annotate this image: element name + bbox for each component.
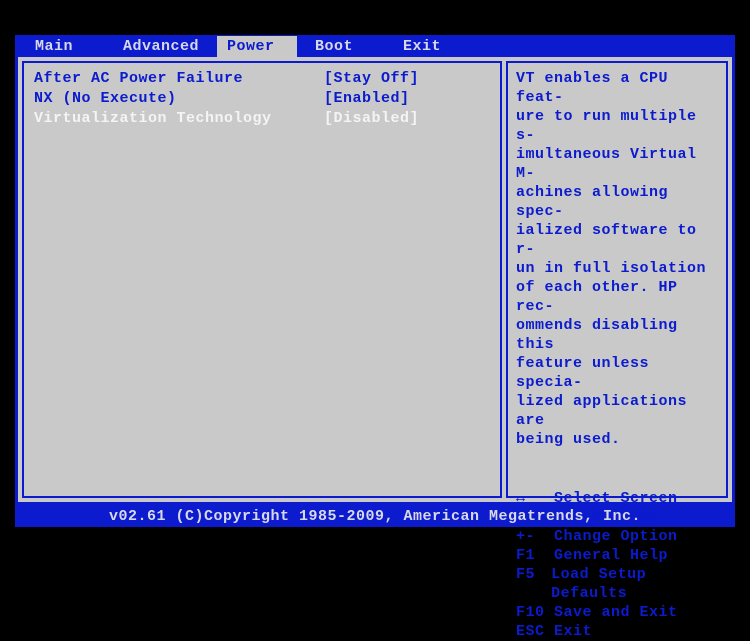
key-hint: ESCExit [516, 622, 718, 641]
setting-row[interactable]: After AC Power Failure [Stay Off] [34, 69, 490, 89]
tab-exit[interactable]: Exit [393, 36, 473, 57]
help-line: lized applications are [516, 392, 718, 430]
key-key: F1 [516, 546, 554, 565]
help-line: being used. [516, 430, 718, 449]
help-line: ommends disabling this [516, 316, 718, 354]
setting-row[interactable]: NX (No Execute) [Enabled] [34, 89, 490, 109]
setting-value[interactable]: [Disabled] [324, 109, 419, 129]
key-hint: +-Change Option [516, 527, 718, 546]
help-line: ure to run multiple s- [516, 107, 718, 145]
menubar: Main Advanced Power Boot Exit [15, 35, 735, 57]
footer: v02.61 (C)Copyright 1985-2009, American … [15, 505, 735, 527]
help-line: ialized software to r- [516, 221, 718, 259]
bios-screen: Main Advanced Power Boot Exit After AC P… [15, 35, 735, 530]
key-key: +- [516, 527, 554, 546]
help-text: VT enables a CPU feat- ure to run multip… [516, 69, 718, 449]
key-desc: General Help [554, 546, 668, 565]
key-desc: Save and Exit [554, 603, 678, 622]
key-key: F5 [516, 565, 551, 603]
content-area: After AC Power Failure [Stay Off] NX (No… [15, 57, 735, 505]
key-hint: F10Save and Exit [516, 603, 718, 622]
key-key: ESC [516, 622, 554, 641]
settings-panel: After AC Power Failure [Stay Off] NX (No… [22, 61, 502, 498]
key-desc: Select Screen [554, 489, 678, 508]
help-line: imultaneous Virtual M- [516, 145, 718, 183]
help-line: of each other. HP rec- [516, 278, 718, 316]
setting-value[interactable]: [Stay Off] [324, 69, 419, 89]
key-hint: ↔Select Screen [516, 489, 718, 508]
help-panel: VT enables a CPU feat- ure to run multip… [506, 61, 728, 498]
setting-value[interactable]: [Enabled] [324, 89, 410, 109]
help-line: feature unless specia- [516, 354, 718, 392]
key-key: ↔ [516, 489, 554, 508]
tab-main[interactable]: Main [25, 36, 105, 57]
tab-power[interactable]: Power [217, 36, 297, 57]
setting-row[interactable]: Virtualization Technology [Disabled] [34, 109, 490, 129]
key-hint: F1General Help [516, 546, 718, 565]
copyright-text: v02.61 (C)Copyright 1985-2009, American … [109, 508, 641, 525]
tab-advanced[interactable]: Advanced [113, 36, 209, 57]
tab-boot[interactable]: Boot [305, 36, 385, 57]
key-hint: F5Load Setup Defaults [516, 565, 718, 603]
key-key: F10 [516, 603, 554, 622]
setting-label: Virtualization Technology [34, 109, 324, 129]
key-desc: Load Setup Defaults [551, 565, 718, 603]
help-line: un in full isolation [516, 259, 718, 278]
help-line: VT enables a CPU feat- [516, 69, 718, 107]
help-line: achines allowing spec- [516, 183, 718, 221]
setting-label: After AC Power Failure [34, 69, 324, 89]
key-desc: Change Option [554, 527, 678, 546]
setting-label: NX (No Execute) [34, 89, 324, 109]
key-desc: Exit [554, 622, 592, 641]
